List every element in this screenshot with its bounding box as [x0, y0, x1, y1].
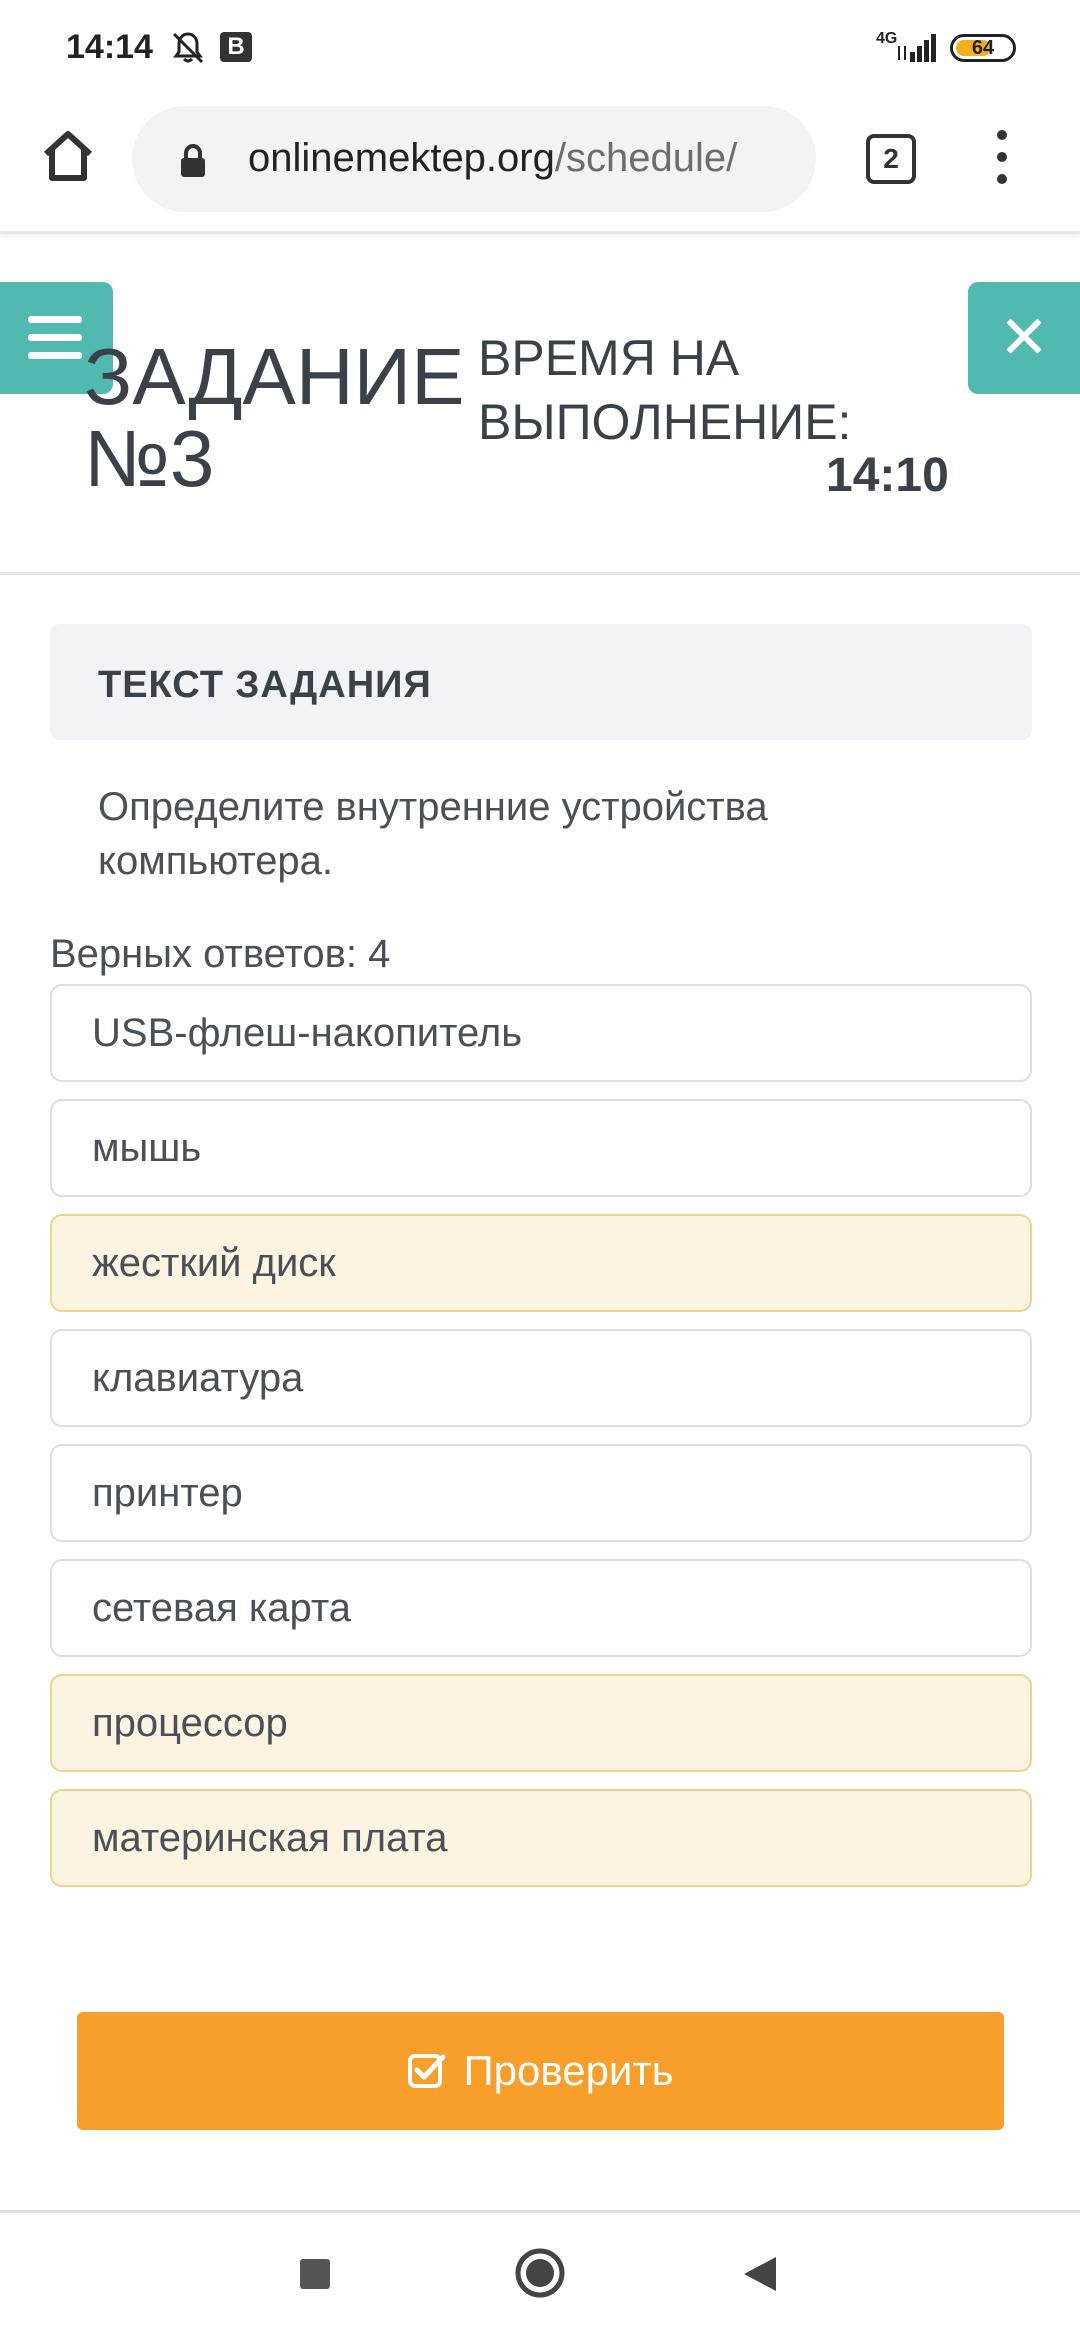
- answer-option-label: материнская плата: [92, 1816, 448, 1860]
- answer-option[interactable]: USB-флеш-накопитель: [50, 984, 1032, 1082]
- task-section-label: ТЕКСТ ЗАДАНИЯ: [98, 664, 432, 706]
- answer-option-label: принтер: [92, 1471, 243, 1515]
- answer-option[interactable]: клавиатура: [50, 1329, 1032, 1427]
- task-section-header: ТЕКСТ ЗАДАНИЯ: [50, 624, 1032, 740]
- divider: [0, 572, 1080, 575]
- url-text: onlinemektep.org/schedule/: [248, 136, 737, 181]
- answer-option-label: клавиатура: [92, 1356, 304, 1400]
- answer-option[interactable]: жесткий диск: [50, 1214, 1032, 1312]
- more-vert-icon[interactable]: [990, 130, 1014, 190]
- question-text: Определите внутренние устройства компьют…: [98, 785, 768, 883]
- home-circle-icon[interactable]: [514, 2247, 566, 2299]
- lock-icon: [181, 144, 205, 177]
- correct-answers-count: Верных ответов: 4: [50, 932, 391, 976]
- status-time: 14:14: [66, 28, 153, 66]
- signal-icon: [898, 34, 936, 62]
- url-bar[interactable]: onlinemektep.org/schedule/: [132, 106, 816, 212]
- battery-icon: 64: [950, 34, 1016, 62]
- hamburger-icon: [28, 316, 82, 323]
- status-bar: 14:14 B 4G 64: [0, 0, 1080, 96]
- answer-option-label: USB-флеш-накопитель: [92, 1011, 523, 1055]
- time-label: ВРЕМЯ НА ВЫПОЛНЕНИЕ:: [478, 330, 852, 450]
- answer-option-label: процессор: [92, 1701, 288, 1745]
- close-button[interactable]: ✕: [968, 282, 1080, 394]
- check-button-label: Проверить: [463, 2047, 674, 2094]
- close-icon: ✕: [998, 304, 1050, 371]
- answer-option-label: жесткий диск: [92, 1241, 336, 1285]
- answer-option[interactable]: сетевая карта: [50, 1559, 1032, 1657]
- network-type: 4G: [876, 30, 898, 47]
- b-app-icon: B: [220, 32, 252, 62]
- time-remaining: 14:10: [826, 449, 949, 502]
- checkbox-check-icon: [408, 2054, 446, 2088]
- battery-level: 64: [971, 37, 995, 59]
- tab-switcher-button[interactable]: 2: [866, 134, 916, 184]
- home-icon[interactable]: [36, 124, 100, 188]
- answer-option[interactable]: процессор: [50, 1674, 1032, 1772]
- answer-option-label: мышь: [92, 1126, 202, 1170]
- answer-options: USB-флеш-накопитель мышь жесткий диск клави…: [50, 984, 1032, 1904]
- url-path: /schedule/: [554, 136, 738, 180]
- answer-option[interactable]: материнская плата: [50, 1789, 1032, 1887]
- recents-icon[interactable]: [300, 2259, 330, 2289]
- bell-off-icon: [172, 32, 204, 64]
- answer-option[interactable]: мышь: [50, 1099, 1032, 1197]
- task-title: ЗАДАНИЕ №3: [84, 332, 465, 503]
- answer-option[interactable]: принтер: [50, 1444, 1032, 1542]
- check-button[interactable]: Проверить: [77, 2012, 1004, 2130]
- navigation-bar: [0, 2213, 1080, 2340]
- answer-option-label: сетевая карта: [92, 1586, 351, 1630]
- browser-toolbar: onlinemektep.org/schedule/ 2: [0, 96, 1080, 234]
- url-domain: onlinemektep.org: [248, 136, 555, 180]
- back-icon[interactable]: [740, 2253, 780, 2295]
